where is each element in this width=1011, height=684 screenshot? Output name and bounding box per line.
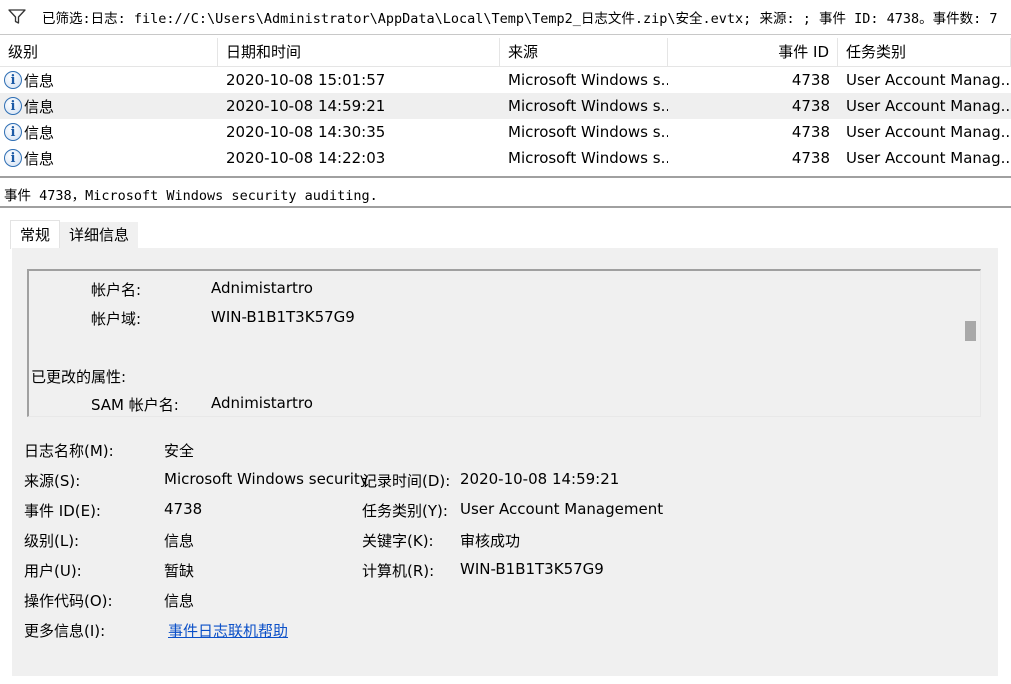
info-icon: i [4, 97, 22, 115]
table-row[interactable]: i 信息 2020-10-08 14:30:35 Microsoft Window… [0, 119, 1011, 145]
log-name-label: 日志名称(M): [24, 442, 114, 460]
task-category-label: 任务类别(Y): [362, 502, 448, 520]
filter-text: 已筛选:日志: file://C:\Users\Administrator\Ap… [42, 11, 998, 27]
scrollbar-thumb[interactable] [965, 321, 976, 341]
column-header-task[interactable]: 任务类别 [838, 38, 1011, 66]
event-id-cell: 4738 [791, 71, 830, 89]
datetime-cell: 2020-10-08 14:22:03 [226, 149, 386, 167]
table-row[interactable]: i 信息 2020-10-08 15:01:57 Microsoft Window… [0, 67, 1011, 93]
list-header: 级别 日期和时间 来源 事件 ID 任务类别 [0, 38, 1011, 67]
user-value: 暂缺 [164, 562, 195, 580]
source-cell: Microsoft Windows s... [508, 149, 668, 167]
info-icon: i [4, 149, 22, 167]
task-cell: User Account Manag... [846, 97, 1011, 115]
filter-bar: 已筛选:日志: file://C:\Users\Administrator\Ap… [0, 0, 1011, 35]
level-label: 级别(L): [24, 532, 80, 550]
title-divider [0, 206, 1011, 208]
column-header-event-id[interactable]: 事件 ID [668, 38, 838, 66]
changed-attributes-label: 已更改的属性: [31, 368, 127, 386]
datetime-cell: 2020-10-08 14:30:35 [226, 123, 386, 141]
source-label: 来源(S): [24, 472, 81, 490]
source-cell: Microsoft Windows s... [508, 123, 668, 141]
source-value: Microsoft Windows security [164, 470, 369, 488]
sam-account-value: Adnimistartro [211, 394, 313, 412]
opcode-label: 操作代码(O): [24, 592, 113, 610]
logged-label: 记录时间(D): [362, 472, 451, 490]
user-label: 用户(U): [24, 562, 82, 580]
keywords-value: 审核成功 [460, 532, 521, 550]
info-icon: i [4, 123, 22, 141]
event-title: 事件 4738，Microsoft Windows security audit… [4, 188, 378, 204]
general-panel: 帐户名: Adnimistartro 帐户域: WIN-B1B1T3K57G9 … [12, 248, 998, 676]
account-domain-label: 帐户域: [91, 310, 142, 328]
event-id-cell: 4738 [791, 97, 830, 115]
event-id-value: 4738 [164, 500, 203, 518]
description-scrollbar[interactable] [961, 271, 980, 416]
computer-value: WIN-B1B1T3K57G9 [460, 560, 604, 578]
account-name-label: 帐户名: [91, 281, 142, 299]
log-name-value: 安全 [164, 442, 195, 460]
info-icon: i [4, 71, 22, 89]
column-header-source[interactable]: 来源 [500, 38, 668, 66]
opcode-value: 信息 [164, 592, 195, 610]
column-header-level[interactable]: 级别 [0, 38, 218, 66]
computer-label: 计算机(R): [362, 562, 435, 580]
event-id-cell: 4738 [791, 123, 830, 141]
table-row-selected[interactable]: i 信息 2020-10-08 14:59:21 Microsoft Window… [0, 93, 1011, 119]
source-cell: Microsoft Windows s... [508, 71, 668, 89]
event-id-label: 事件 ID(E): [24, 502, 101, 520]
account-name-value: Adnimistartro [211, 279, 313, 297]
funnel-icon [2, 0, 32, 34]
table-row[interactable]: i 信息 2020-10-08 14:22:03 Microsoft Window… [0, 145, 1011, 171]
datetime-cell: 2020-10-08 15:01:57 [226, 71, 386, 89]
sam-account-label: SAM 帐户名: [91, 396, 179, 414]
task-cell: User Account Manag... [846, 123, 1011, 141]
level-cell: 信息 [24, 149, 55, 168]
task-cell: User Account Manag... [846, 149, 1011, 167]
tab-general[interactable]: 常规 [10, 220, 61, 249]
task-category-value: User Account Management [460, 500, 664, 518]
source-cell: Microsoft Windows s... [508, 97, 668, 115]
level-cell: 信息 [24, 123, 55, 142]
column-header-datetime[interactable]: 日期和时间 [218, 38, 500, 66]
detail-tabs: 常规 详细信息 [10, 220, 139, 249]
level-value: 信息 [164, 532, 195, 550]
event-id-cell: 4738 [791, 149, 830, 167]
level-cell: 信息 [24, 97, 55, 116]
logged-value: 2020-10-08 14:59:21 [460, 470, 620, 488]
keywords-label: 关键字(K): [362, 532, 434, 550]
more-info-label: 更多信息(I): [24, 622, 106, 640]
task-cell: User Account Manag... [846, 71, 1011, 89]
event-list[interactable]: 级别 日期和时间 来源 事件 ID 任务类别 i 信息 2020-10-08 15… [0, 38, 1011, 172]
online-help-link[interactable]: 事件日志联机帮助 [168, 620, 288, 641]
datetime-cell: 2020-10-08 14:59:21 [226, 97, 386, 115]
pane-splitter[interactable] [0, 176, 1011, 178]
tab-details[interactable]: 详细信息 [60, 222, 139, 248]
description-box[interactable]: 帐户名: Adnimistartro 帐户域: WIN-B1B1T3K57G9 … [27, 269, 981, 417]
account-domain-value: WIN-B1B1T3K57G9 [211, 308, 355, 326]
level-cell: 信息 [24, 71, 55, 90]
